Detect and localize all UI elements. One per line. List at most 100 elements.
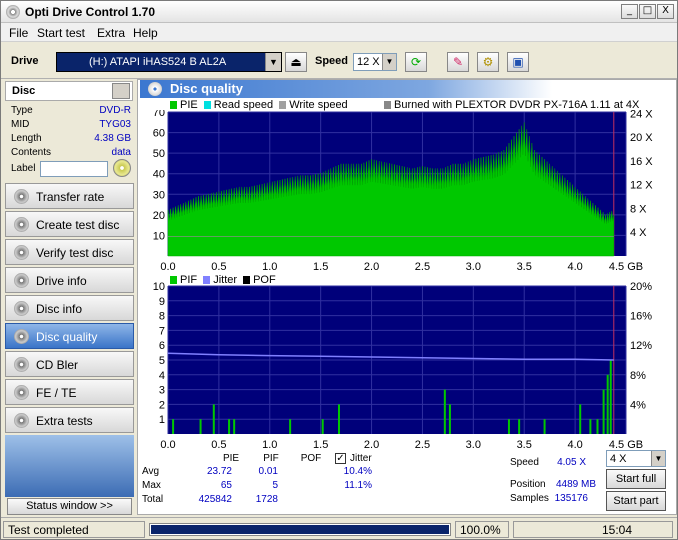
y2-tick-label: 4 X xyxy=(630,227,647,239)
nav-label: Disc quality xyxy=(36,330,98,344)
nav-label: Disc info xyxy=(36,302,83,316)
progress-text: 100.0% xyxy=(455,521,509,538)
refresh-button[interactable]: ⟳ xyxy=(405,52,427,72)
burned-swatch xyxy=(384,101,391,109)
nav-create-test-disc[interactable]: Create test disc xyxy=(5,211,134,237)
window-title: Opti Drive Control 1.70 xyxy=(25,5,156,19)
status-window-button[interactable]: Status window >> xyxy=(7,498,132,515)
drive-select[interactable]: (H:) ATAPI iHAS524 B AL2A ▼ xyxy=(56,52,282,72)
menu-bar: File Start test Extra Help xyxy=(1,23,677,42)
y-tick-label: 1 xyxy=(159,414,165,426)
nav-fe-te[interactable]: FE / TE xyxy=(5,379,134,405)
x-tick-label: 0.0 xyxy=(160,439,175,450)
menu-help[interactable]: Help xyxy=(133,26,158,40)
title-bar: Opti Drive Control 1.70 _ □ X xyxy=(1,1,677,23)
sidebar: Disc Type DVD-R MID TYG03 Length 4.38 GB Co… xyxy=(3,79,135,515)
info-key: Length xyxy=(11,133,42,144)
info-key: Contents xyxy=(11,147,52,158)
y2-tick-label: 16% xyxy=(630,311,652,323)
nav-label: Extra tests xyxy=(36,414,93,428)
chevron-down-icon[interactable]: ▼ xyxy=(382,54,396,70)
pif-bar xyxy=(609,360,612,434)
x-tick-label: 1.0 xyxy=(262,261,277,273)
info-value: 4.38 GB xyxy=(94,133,131,144)
nav-cd-bler[interactable]: CD Bler xyxy=(5,351,134,377)
nav-transfer-rate[interactable]: Transfer rate xyxy=(5,183,134,209)
stats-avg-pif: 0.01 xyxy=(258,466,278,477)
x-tick-label: 4.0 xyxy=(567,439,582,450)
disc-info-contents: Contents data xyxy=(11,147,133,160)
speed-value: 4.05 X xyxy=(557,457,586,468)
pif-bar xyxy=(443,389,446,434)
x-tick-label: 1.0 xyxy=(262,439,277,450)
y-tick-label: 70 xyxy=(153,110,165,119)
y-tick-label: 10 xyxy=(153,230,165,242)
x-tick-label: 2.5 xyxy=(415,439,430,450)
pif-bar xyxy=(589,419,592,434)
options-button[interactable]: ⚙ xyxy=(477,52,499,72)
y2-tick-label: 8 X xyxy=(630,203,647,215)
eject-button[interactable]: ⏏ xyxy=(285,52,307,72)
y2-tick-label: 20 X xyxy=(630,132,653,144)
nav-disc-info[interactable]: Disc info xyxy=(5,295,134,321)
chevron-down-icon[interactable]: ▼ xyxy=(651,451,665,466)
speed-select[interactable]: 12 X ▼ xyxy=(353,53,397,71)
x-tick-label: 1.5 xyxy=(313,261,328,273)
start-part-button[interactable]: Start part xyxy=(606,491,666,511)
pif-bar xyxy=(289,419,292,434)
disc-header: Disc xyxy=(5,81,133,101)
chevron-down-icon[interactable]: ▼ xyxy=(265,53,281,71)
y-tick-label: 4 xyxy=(159,370,165,382)
stats-avg-jitter: 10.4% xyxy=(343,466,372,477)
erase-button[interactable]: ✎ xyxy=(447,52,469,72)
x-tick-label: 0.5 xyxy=(211,439,226,450)
stats-avg-label: Avg xyxy=(142,466,160,477)
y-tick-label: 40 xyxy=(153,169,165,181)
save-button[interactable]: ▣ xyxy=(507,52,529,72)
start-full-button[interactable]: Start full xyxy=(606,469,666,489)
disc-label-icon[interactable] xyxy=(113,159,131,177)
stats-max-pif: 5 xyxy=(272,480,278,491)
x-tick-label: 2.0 xyxy=(364,439,379,450)
nav-verify-test-disc[interactable]: Verify test disc xyxy=(5,239,134,265)
minimize-button[interactable]: _ xyxy=(621,4,638,19)
speed-value: 12 X xyxy=(357,56,380,68)
pif-chart: 0.0 0.5 1.0 1.5 2.0 2.5 3.0 3.5 4.0 4.5 GB 1 2 3 4 5 6 7… xyxy=(153,282,652,450)
y-tick-label: 20 xyxy=(153,210,165,222)
y-tick-label: 6 xyxy=(159,340,165,352)
x-tick-label: 3.5 xyxy=(517,439,532,450)
disc-eject-button[interactable] xyxy=(112,83,130,99)
nav-disc-quality[interactable]: Disc quality xyxy=(5,323,134,349)
nav-extra-tests[interactable]: Extra tests xyxy=(5,407,134,433)
y2-tick-label: 20% xyxy=(630,282,652,293)
y2-tick-label: 16 X xyxy=(630,156,653,168)
maximize-button[interactable]: □ xyxy=(639,4,656,19)
stats-total-label: Total xyxy=(142,494,164,505)
pie-chart: 0.0 0.5 1.0 1.5 2.0 2.5 3.0 3.5 4.0 4.5 GB 10 20 30 4… xyxy=(153,110,654,273)
menu-extra[interactable]: Extra xyxy=(97,26,125,40)
elapsed-time: 15:04 xyxy=(513,521,673,538)
position-label: Position xyxy=(510,479,546,490)
stats-header-pie: PIE xyxy=(222,453,240,464)
close-button[interactable]: X xyxy=(657,4,674,19)
x-tick-label: 0.5 xyxy=(211,261,226,273)
y-tick-label: 8 xyxy=(159,311,165,323)
speed-label: Speed xyxy=(510,457,539,468)
drive-label: Drive xyxy=(11,55,39,67)
pif-bar xyxy=(228,419,231,434)
test-speed-select[interactable]: 4 X ▼ xyxy=(606,450,666,467)
disc-label-input[interactable] xyxy=(40,161,108,177)
y-tick-label: 9 xyxy=(159,296,165,308)
nav-drive-info[interactable]: Drive info xyxy=(5,267,134,293)
menu-start-test[interactable]: Start test xyxy=(37,26,85,40)
pif-bar xyxy=(212,404,215,434)
disc-app-icon xyxy=(6,5,20,19)
x-tick-label: 2.5 xyxy=(415,261,430,273)
info-value: data xyxy=(111,147,131,158)
jitter-checkbox[interactable]: ✓ xyxy=(335,453,346,464)
menu-file[interactable]: File xyxy=(9,26,28,40)
progress-fill xyxy=(151,525,449,534)
speed-label: Speed xyxy=(315,55,349,67)
stats-avg-pie: 23.72 xyxy=(206,466,232,477)
disc-info-type: Type DVD-R xyxy=(11,105,133,118)
